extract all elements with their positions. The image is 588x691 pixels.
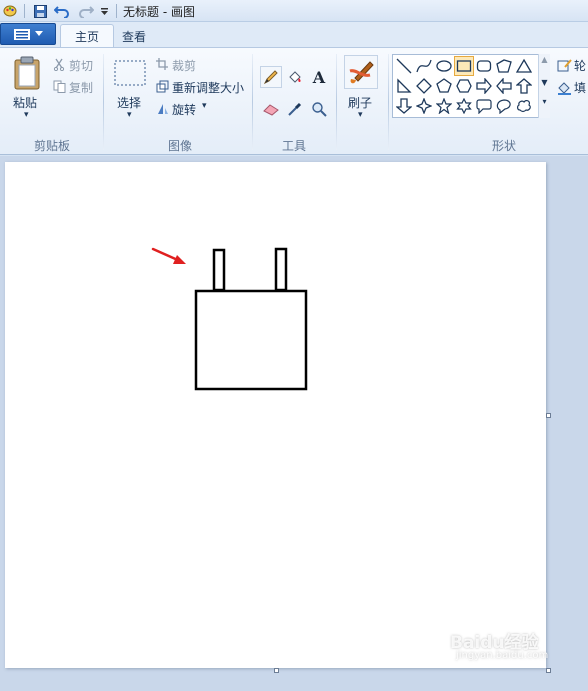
undo-icon[interactable] [53,3,71,19]
drawing-canvas[interactable] [5,162,546,668]
fill-shape-icon[interactable] [556,79,572,95]
tab-home[interactable]: 主页 [60,24,115,48]
select-icon[interactable] [114,60,146,86]
polygon-shape-icon[interactable] [494,56,514,76]
six-point-star-shape-icon[interactable] [454,96,474,116]
rounded-callout-shape-icon[interactable] [474,96,494,116]
rotate-icon[interactable] [155,101,169,115]
resize-handle-bottom[interactable] [274,668,279,673]
line-shape-icon[interactable] [394,56,414,76]
hexagon-shape-icon[interactable] [454,76,474,96]
curve-shape-icon[interactable] [414,56,434,76]
left-arrow-shape-icon[interactable] [494,76,514,96]
shapes-group-label: 形状 [491,139,516,153]
resize-handle-right[interactable] [546,413,551,418]
pentagon-shape-icon[interactable] [434,76,454,96]
gallery-expand-icon[interactable]: ▾ [539,97,550,106]
magnifier-icon[interactable] [308,98,330,120]
right-prong-shape [274,247,288,292]
text-icon[interactable]: A [308,66,330,88]
outline-icon[interactable] [556,57,572,73]
plug-body-rectangle [194,289,308,391]
shapes-gallery [392,54,550,118]
down-arrow-shape-icon[interactable] [394,96,414,116]
five-point-star-shape-icon[interactable] [434,96,454,116]
outline-label[interactable]: 轮 [574,57,586,74]
oval-callout-shape-icon[interactable] [494,96,514,116]
cut-icon[interactable] [52,57,66,71]
paste-dropdown-icon[interactable]: ▾ [24,110,29,120]
tab-view[interactable]: 查看 [108,24,160,48]
right-triangle-shape-icon[interactable] [394,76,414,96]
redo-icon[interactable] [77,3,95,19]
cloud-callout-shape-icon[interactable] [514,96,534,116]
crop-label[interactable]: 裁剪 [172,57,196,74]
resize-icon[interactable] [155,79,169,93]
paste-label[interactable]: 粘贴 [13,94,37,111]
four-point-star-shape-icon[interactable] [414,96,434,116]
resize-label[interactable]: 重新调整大小 [172,79,244,96]
copy-label[interactable]: 复制 [69,79,93,96]
scroll-down-icon[interactable]: ▼ [539,78,550,87]
scroll-up-icon[interactable]: ▲ [539,55,550,64]
rotate-dropdown-icon[interactable]: ▾ [202,101,207,111]
annotation-arrow [151,247,186,264]
diamond-shape-icon[interactable] [414,76,434,96]
paint-menu-button[interactable] [0,23,56,45]
save-icon[interactable] [32,3,48,19]
title-bar: 无标题 - 画图 [0,0,588,22]
brushes-icon[interactable] [344,55,378,89]
brushes-label[interactable]: 刷子 [348,94,372,111]
paint-app-icon[interactable] [2,3,18,19]
rounded-rectangle-shape-icon[interactable] [474,56,494,76]
watermark-url: jingyan.baidu.com [456,650,549,661]
color-picker-icon[interactable] [284,98,306,120]
eraser-icon[interactable] [260,98,282,120]
right-arrow-shape-icon[interactable] [474,76,494,96]
customize-dropdown-icon[interactable] [98,3,110,19]
select-dropdown-icon[interactable]: ▾ [127,110,132,120]
oval-shape-icon[interactable] [434,56,454,76]
image-group-label: 图像 [167,139,192,153]
crop-icon[interactable] [155,57,169,71]
select-label[interactable]: 选择 [117,94,141,111]
fill-icon[interactable] [284,66,306,88]
shapes-scrollbar[interactable]: ▲ ▼ ▾ [538,54,550,118]
rotate-label[interactable]: 旋转 [172,101,196,118]
brushes-dropdown-icon[interactable]: ▾ [358,110,363,120]
copy-icon[interactable] [52,79,66,93]
ribbon: 粘贴 ▾ 剪切 复制 剪贴板 选择 ▾ 裁剪 重新调整大小 旋转 ▾ 图像 A [0,47,588,155]
fill-label[interactable]: 填 [574,79,586,96]
triangle-shape-icon[interactable] [514,56,534,76]
pencil-icon[interactable] [260,66,282,88]
cut-label[interactable]: 剪切 [69,57,93,74]
window-title: 无标题 - 画图 [123,5,195,19]
rectangle-shape-icon[interactable] [454,56,474,76]
drawing-content [151,247,308,391]
resize-handle-corner[interactable] [546,668,551,673]
left-prong-shape [212,248,226,292]
clipboard-group-label: 剪贴板 [33,139,70,153]
chevron-down-icon [34,31,43,36]
menu-icon [13,28,30,40]
paste-icon[interactable] [12,55,42,91]
up-arrow-shape-icon[interactable] [514,76,534,96]
tools-group-label: 工具 [281,139,306,153]
